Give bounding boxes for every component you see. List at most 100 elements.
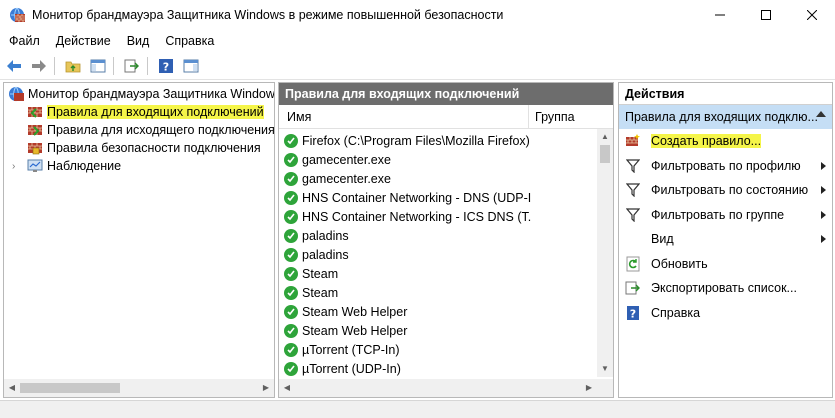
enabled-check-icon [284, 342, 298, 357]
rule-name: HNS Container Networking - ICS DNS (T... [302, 209, 532, 224]
action-item[interactable]: Обновить [619, 252, 832, 277]
menu-help[interactable]: Справка [157, 30, 222, 52]
menu-file[interactable]: Файл [0, 30, 48, 52]
tree-item-inbound-rules[interactable]: Правила для входящих подключений [4, 103, 274, 121]
rule-row[interactable]: HNS Container Networking - ICS DNS (T... [279, 207, 597, 226]
rule-row[interactable]: gamecenter.exe [279, 150, 597, 169]
action-item[interactable]: Фильтровать по группе [619, 203, 832, 228]
action-label: Экспортировать список... [651, 281, 797, 296]
up-folder-button[interactable] [62, 55, 84, 77]
rule-row[interactable]: HNS Container Networking - DNS (UDP-I... [279, 188, 597, 207]
tree-item-label: Правила безопасности подключения [47, 141, 261, 155]
refresh-icon [625, 256, 641, 272]
scroll-left-icon[interactable]: ◀ [279, 380, 295, 396]
back-button[interactable] [3, 55, 25, 77]
action-item[interactable]: Экспортировать список... [619, 276, 832, 301]
scroll-up-icon[interactable]: ▲ [597, 129, 613, 145]
rule-row[interactable]: Firefox (C:\Program Files\Mozilla Firefo… [279, 131, 597, 150]
enabled-check-icon [284, 266, 298, 281]
forward-arrow-icon [32, 59, 46, 72]
menu-action[interactable]: Действие [48, 30, 119, 52]
rule-row[interactable]: gamecenter.exe [279, 169, 597, 188]
minimize-button[interactable] [697, 0, 743, 30]
title-bar: Монитор брандмауэра Защитника Windows в … [0, 0, 835, 30]
rules-pane-header: Правила для входящих подключений [279, 83, 613, 105]
action-label: Создать правило... [651, 134, 762, 149]
maximize-button[interactable] [743, 0, 789, 30]
rule-name: paladins [302, 228, 349, 243]
window-title: Монитор брандмауэра Защитника Windows в … [32, 8, 504, 22]
rule-row[interactable]: µTorrent (UDP-In) [279, 359, 597, 378]
svg-text:?: ? [163, 60, 169, 73]
action-item[interactable]: Фильтровать по профилю [619, 154, 832, 179]
action-label: Справка [651, 305, 701, 320]
tree-item-monitoring[interactable]: › Наблюдение [4, 157, 274, 175]
actions-section-inbound[interactable]: Правила для входящих подклю... [619, 105, 832, 129]
rules-list-pane: Правила для входящих подключений Имя Гру… [278, 82, 614, 398]
maximize-icon [761, 10, 771, 20]
rule-name: µTorrent (UDP-In) [302, 361, 401, 376]
column-header-name[interactable]: Имя [279, 104, 529, 129]
toolbar: ? [0, 52, 835, 80]
submenu-arrow-icon [821, 210, 826, 219]
action-item[interactable]: ? Справка [619, 301, 832, 326]
rule-row[interactable]: Steam [279, 283, 597, 302]
menu-view[interactable]: Вид [119, 30, 158, 52]
toolbar-separator [54, 56, 55, 75]
action-item[interactable]: Фильтровать по состоянию [619, 178, 832, 203]
tree-root-label: Монитор брандмауэра Защитника Windows [28, 87, 275, 101]
tree-root-item[interactable]: Монитор брандмауэра Защитника Windows [4, 85, 274, 103]
firewall-app-icon [10, 7, 25, 23]
scroll-thumb[interactable] [20, 383, 120, 393]
rules-horizontal-scrollbar[interactable]: ◀ ▶ [279, 379, 613, 397]
scroll-right-icon[interactable]: ▶ [258, 380, 274, 396]
rule-row[interactable]: paladins [279, 245, 597, 264]
scroll-thumb[interactable] [600, 145, 610, 163]
rule-row[interactable]: µTorrent (TCP-In) [279, 340, 597, 359]
console-tree-pane: Монитор брандмауэра Защитника Windows Пр… [3, 82, 275, 398]
action-pane-button[interactable] [180, 55, 202, 77]
action-item[interactable]: Вид [619, 227, 832, 252]
toolbar-separator [113, 56, 114, 75]
scroll-right-icon[interactable]: ▶ [581, 380, 597, 396]
firewall-monitor-icon [9, 86, 24, 102]
enabled-check-icon [284, 152, 298, 167]
minimize-icon [715, 14, 725, 16]
forward-button[interactable] [28, 55, 50, 77]
rule-row[interactable]: paladins [279, 226, 597, 245]
export-list-button[interactable] [121, 55, 143, 77]
help-button[interactable]: ? [155, 55, 177, 77]
tree-item-connection-security[interactable]: Правила безопасности подключения [4, 139, 274, 157]
submenu-arrow-icon [821, 161, 826, 170]
action-label: Обновить [651, 256, 708, 271]
rule-name: Firefox (C:\Program Files\Mozilla Firefo… [302, 133, 530, 148]
action-pane-icon [183, 59, 199, 72]
enabled-check-icon [284, 133, 298, 148]
left-horizontal-scrollbar[interactable]: ◀ ▶ [4, 379, 274, 397]
folder-up-icon [65, 61, 81, 72]
action-item[interactable]: Создать правило... [619, 129, 832, 154]
rules-vertical-scrollbar[interactable]: ▲ ▼ [597, 129, 613, 377]
scroll-down-icon[interactable]: ▼ [597, 361, 613, 377]
actions-pane: Действия Правила для входящих подклю... … [618, 82, 833, 398]
collapse-arrow-icon[interactable] [816, 111, 826, 117]
column-header-group[interactable]: Группа [529, 105, 575, 129]
scroll-left-icon[interactable]: ◀ [4, 380, 20, 396]
tree-item-outbound-rules[interactable]: Правила для исходящего подключения [4, 121, 274, 139]
close-button[interactable] [789, 0, 835, 30]
status-bar [0, 400, 835, 418]
back-arrow-icon [7, 59, 21, 72]
actions-header: Действия [619, 83, 832, 105]
rule-row[interactable]: Steam Web Helper [279, 302, 597, 321]
toolbar-separator [147, 56, 148, 75]
rule-name: Steam [302, 266, 339, 281]
export-icon [124, 59, 139, 72]
show-hide-tree-button[interactable] [87, 55, 109, 77]
filter-icon [625, 207, 641, 223]
rule-row[interactable]: Steam [279, 264, 597, 283]
expand-chevron-icon[interactable]: › [12, 161, 24, 172]
outbound-rules-icon [28, 125, 42, 136]
tree-item-label: Правила для исходящего подключения [47, 123, 275, 137]
rule-row[interactable]: Steam Web Helper [279, 321, 597, 340]
action-label: Фильтровать по состоянию [651, 183, 809, 198]
